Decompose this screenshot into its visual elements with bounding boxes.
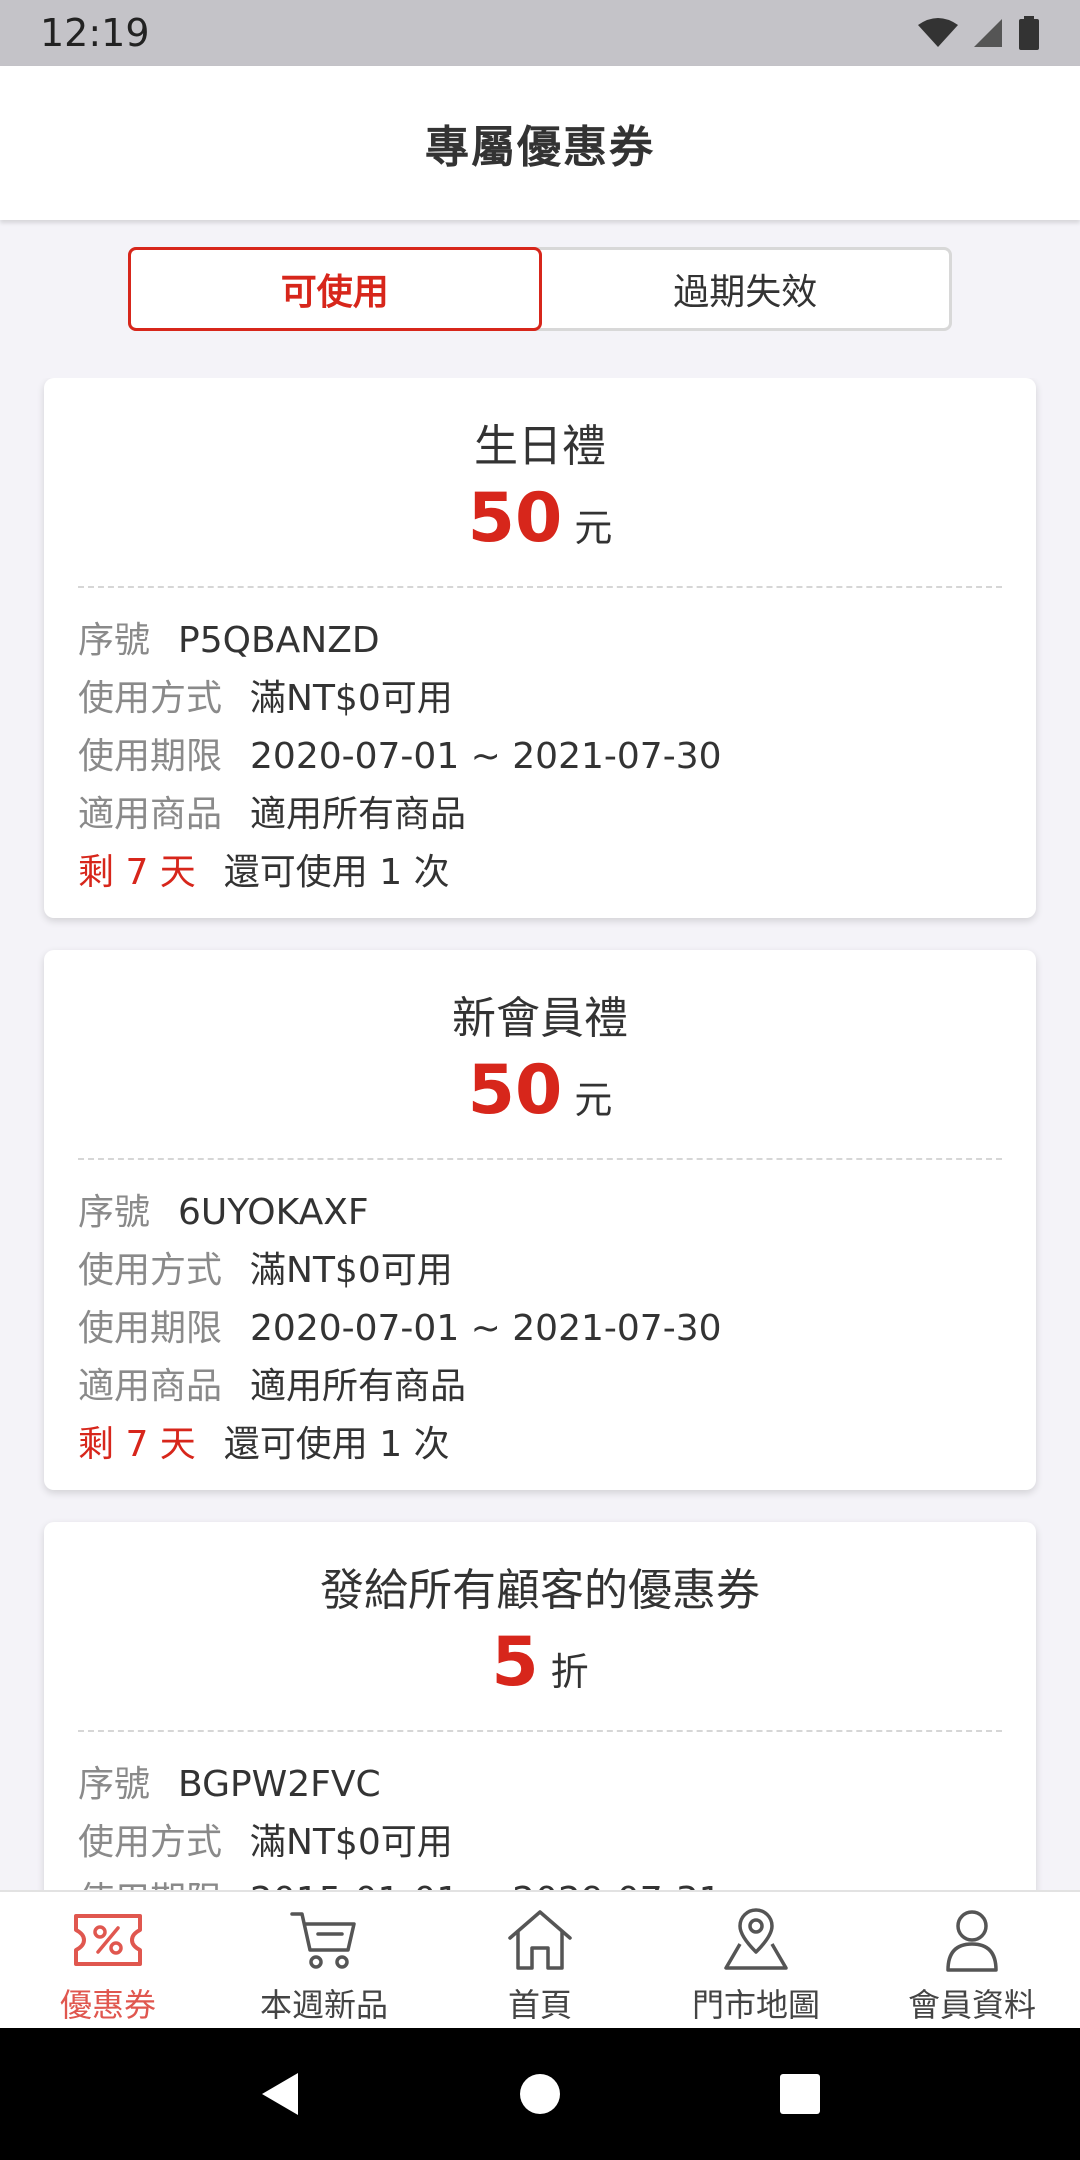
coupon-card[interactable]: 生日禮 50 元 序號 P5QBANZD 使用方式 滿NT$0可用 使用期限 20… (44, 378, 1036, 918)
method-row: 使用方式 滿NT$0可用 (78, 1814, 1036, 1872)
method-label: 使用方式 (78, 678, 223, 719)
nav-store-map[interactable]: 門市地圖 (648, 1892, 864, 2028)
serial-label: 序號 (78, 1764, 151, 1805)
nav-label: 本週新品 (259, 1986, 388, 2024)
days-remaining: 剩 7 天 (78, 852, 196, 893)
period-value: 2020-07-01 ~ 2021-07-30 (250, 736, 722, 777)
coupon-title: 發給所有顧客的優惠券 (320, 1565, 760, 1616)
nav-label: 優惠券 (59, 1986, 156, 2024)
home-icon (495, 1904, 585, 1976)
nav-home[interactable]: 首頁 (432, 1892, 648, 2028)
products-row: 適用商品 適用所有商品 (78, 786, 1036, 844)
products-row: 適用商品 適用所有商品 (78, 1358, 1036, 1416)
period-row: 使用期限 2020-07-01 ~ 2021-07-30 (78, 728, 1036, 786)
method-label: 使用方式 (78, 1822, 223, 1863)
coupon-icon (63, 1904, 153, 1976)
uses-remaining: 還可使用 1 次 (223, 1424, 450, 1465)
back-icon (262, 2073, 298, 2115)
coupon-amount: 50 元 (44, 482, 1036, 573)
coupon-card[interactable]: 發給所有顧客的優惠券 5折 序號 BGPW2FVC 使用方式 滿NT$0可用 使… (44, 1522, 1036, 1890)
signal-icon (974, 19, 1002, 47)
nav-new-products[interactable]: 本週新品 (216, 1892, 432, 2028)
period-row: 使用期限 2020-07-01 ~ 2021-07-30 (78, 1300, 1036, 1358)
coupon-value: 5 (491, 1623, 539, 1702)
coupon-details: 序號 6UYOKAXF 使用方式 滿NT$0可用 使用期限 2020-07-01… (44, 1160, 1036, 1474)
bottom-nav: 優惠券 本週新品 首頁 門市地圖 會員資料 (0, 1890, 1080, 2028)
serial-row: 序號 BGPW2FVC (78, 1756, 1036, 1814)
products-label: 適用商品 (78, 1366, 223, 1407)
method-row: 使用方式 滿NT$0可用 (78, 670, 1036, 728)
method-label: 使用方式 (78, 1250, 223, 1291)
period-label: 使用期限 (78, 1872, 222, 1890)
serial-row: 序號 P5QBANZD (78, 612, 1036, 670)
status-icons (918, 16, 1040, 50)
coupon-unit: 元 (574, 506, 613, 550)
period-label: 使用期限 (78, 736, 223, 777)
serial-value: P5QBANZD (178, 620, 380, 661)
method-row: 使用方式 滿NT$0可用 (78, 1242, 1036, 1300)
days-remaining: 剩 7 天 (78, 1424, 196, 1465)
nav-member-profile[interactable]: 會員資料 (864, 1892, 1080, 2028)
nav-coupons[interactable]: 優惠券 (0, 1892, 216, 2028)
status-time: 12:19 (40, 11, 150, 55)
serial-value: 6UYOKAXF (178, 1192, 369, 1233)
map-pin-icon (711, 1904, 801, 1976)
app-header: 專屬優惠券 (0, 66, 1080, 220)
coupon-header: 生日禮 50 元 (44, 378, 1036, 586)
nav-label: 門市地圖 (691, 1986, 820, 2024)
remaining-row: 剩 7 天 還可使用 1 次 (78, 844, 1036, 902)
method-value: 滿NT$0可用 (250, 1250, 453, 1291)
coupon-title: 新會員禮 (452, 993, 628, 1044)
products-value: 適用所有商品 (250, 794, 467, 835)
user-icon (927, 1904, 1017, 1976)
remaining-row: 剩 7 天 還可使用 1 次 (78, 1416, 1036, 1474)
period-row: 使用期限 2015-01-01 ~ 2029-07-31 (78, 1872, 1036, 1890)
coupon-details: 序號 P5QBANZD 使用方式 滿NT$0可用 使用期限 2020-07-01… (44, 588, 1036, 902)
period-value: 2015-01-01 ~ 2029-07-31 (250, 1872, 721, 1890)
coupon-amount: 5折 (44, 1626, 1036, 1717)
recents-icon (780, 2074, 820, 2114)
nav-label: 會員資料 (907, 1986, 1036, 2024)
coupon-card[interactable]: 新會員禮 50 元 序號 6UYOKAXF 使用方式 滿NT$0可用 使用期限 2… (44, 950, 1036, 1490)
coupon-unit: 折 (550, 1650, 589, 1694)
tab-expired[interactable]: 過期失效 (542, 250, 950, 328)
uses-remaining: 還可使用 1 次 (223, 852, 450, 893)
coupon-value: 50 (467, 479, 563, 558)
wifi-icon (918, 18, 958, 47)
period-label: 使用期限 (78, 1308, 223, 1349)
serial-label: 序號 (78, 1192, 151, 1233)
serial-row: 序號 6UYOKAXF (78, 1184, 1036, 1242)
serial-value: BGPW2FVC (178, 1764, 381, 1805)
battery-icon (1019, 16, 1039, 50)
tab-available[interactable]: 可使用 (128, 247, 542, 331)
serial-label: 序號 (78, 620, 151, 661)
coupon-title: 生日禮 (474, 421, 606, 472)
coupon-amount: 50 元 (44, 1054, 1036, 1145)
method-value: 滿NT$0可用 (250, 1822, 453, 1863)
method-value: 滿NT$0可用 (250, 678, 453, 719)
coupon-list[interactable]: 生日禮 50 元 序號 P5QBANZD 使用方式 滿NT$0可用 使用期限 20… (0, 378, 1080, 1890)
coupon-header: 發給所有顧客的優惠券 5折 (44, 1522, 1036, 1730)
coupon-value: 50 (467, 1051, 563, 1130)
coupon-tabs: 可使用 過期失效 (128, 247, 952, 331)
nav-label: 首頁 (507, 1986, 572, 2024)
cart-icon (279, 1904, 369, 1976)
page-title: 專屬優惠券 (425, 122, 655, 173)
products-label: 適用商品 (78, 794, 223, 835)
period-value: 2020-07-01 ~ 2021-07-30 (250, 1308, 722, 1349)
back-button[interactable] (240, 2054, 320, 2134)
home-button[interactable] (500, 2054, 580, 2134)
status-bar: 12:19 (0, 0, 1080, 66)
system-nav-bar (0, 2028, 1080, 2160)
coupon-unit: 元 (574, 1078, 613, 1122)
recents-button[interactable] (760, 2054, 840, 2134)
products-value: 適用所有商品 (250, 1366, 467, 1407)
home-circle-icon (520, 2074, 560, 2114)
coupon-details: 序號 BGPW2FVC 使用方式 滿NT$0可用 使用期限 2015-01-01… (44, 1732, 1036, 1890)
coupon-header: 新會員禮 50 元 (44, 950, 1036, 1158)
